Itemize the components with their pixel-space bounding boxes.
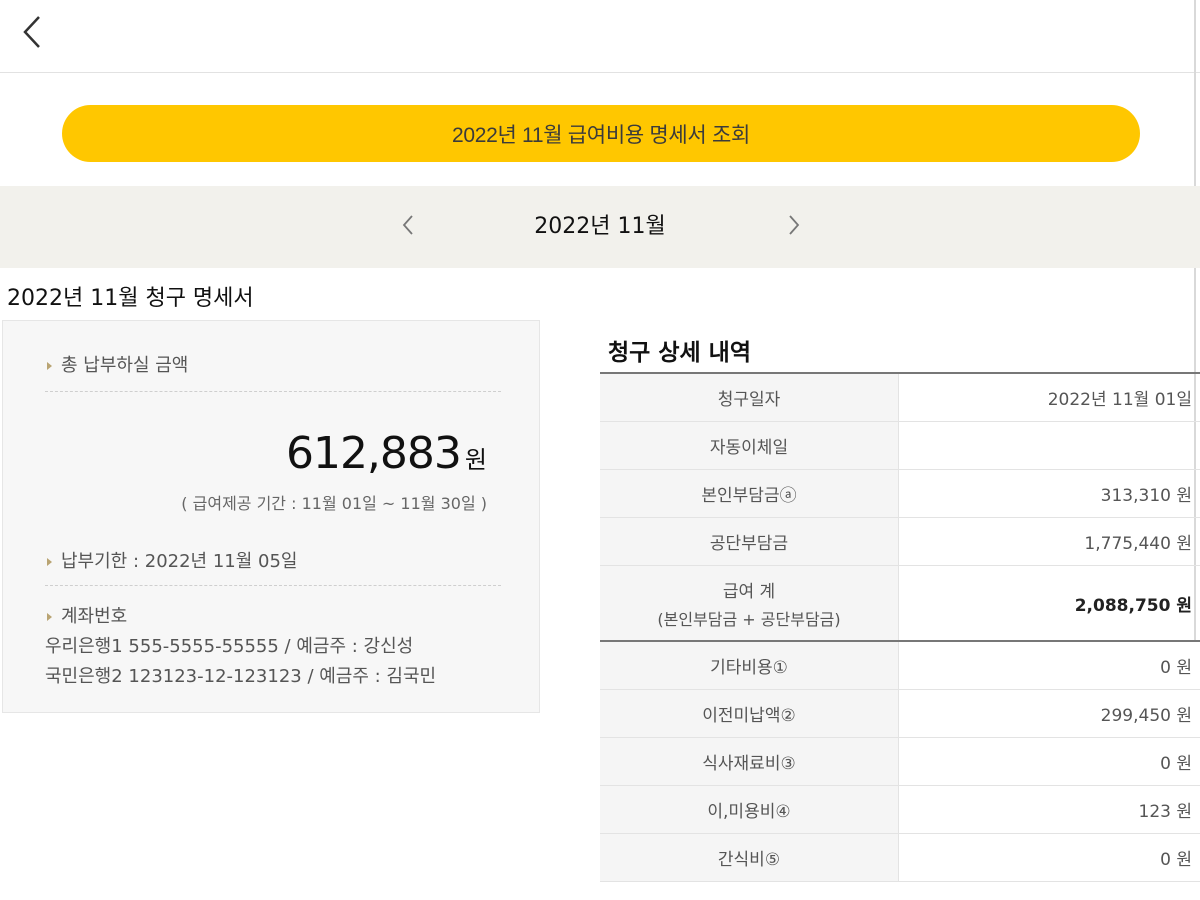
row-label: 급여 계 (본인부담금 + 공단부담금) bbox=[600, 565, 899, 642]
details-title: 청구 상세 내역 bbox=[608, 340, 751, 366]
row-value: 299,450 원 bbox=[898, 689, 1200, 738]
next-month-button[interactable] bbox=[779, 210, 809, 244]
table-row: 공단부담금 1,775,440 원 bbox=[600, 517, 1200, 566]
row-value: 0 원 bbox=[898, 833, 1200, 882]
row-value: 0 원 bbox=[898, 641, 1200, 690]
row-label-main: 급여 계 bbox=[722, 581, 776, 602]
chevron-left-icon bbox=[21, 14, 43, 54]
row-label: 자동이체일 bbox=[600, 421, 899, 470]
table-row: 이전미납액② 299,450 원 bbox=[600, 689, 1200, 738]
current-month-label: 2022년 11월 bbox=[534, 214, 666, 239]
billing-detail-table: 청구일자 2022년 11월 01일 자동이체일 본인부담금ⓐ 313,310 … bbox=[600, 372, 1200, 882]
divider bbox=[45, 391, 501, 392]
chevron-left-icon bbox=[401, 213, 415, 241]
row-value: 0 원 bbox=[898, 737, 1200, 786]
row-value: 2022년 11월 01일 bbox=[898, 373, 1200, 422]
month-navigator: 2022년 11월 bbox=[0, 186, 1200, 268]
row-label: 이,미용비④ bbox=[600, 785, 899, 834]
account-line: 국민은행2 123123-12-123123 / 예금주 : 김국민 bbox=[45, 666, 437, 687]
due-date: 납부기한 : 2022년 11월 05일 bbox=[61, 551, 298, 572]
row-label: 간식비⑤ bbox=[600, 833, 899, 882]
bullet-arrow-icon bbox=[47, 362, 52, 370]
back-button[interactable] bbox=[14, 12, 50, 56]
account-label-row: 계좌번호 bbox=[47, 602, 127, 628]
account-line: 우리은행1 555-5555-55555 / 예금주 : 강신성 bbox=[45, 636, 414, 657]
table-row: 본인부담금ⓐ 313,310 원 bbox=[600, 469, 1200, 518]
row-label: 청구일자 bbox=[600, 373, 899, 422]
bullet-arrow-icon bbox=[47, 558, 52, 566]
row-label: 본인부담금ⓐ bbox=[600, 469, 899, 518]
statement-query-button[interactable]: 2022년 11월 급여비용 명세서 조회 bbox=[62, 105, 1140, 162]
row-label: 식사재료비③ bbox=[600, 737, 899, 786]
row-label: 공단부담금 bbox=[600, 517, 899, 566]
account-label: 계좌번호 bbox=[61, 606, 128, 627]
bullet-arrow-icon bbox=[47, 613, 52, 621]
total-label: 총 납부하실 금액 bbox=[61, 355, 189, 376]
table-row: 이,미용비④ 123 원 bbox=[600, 785, 1200, 834]
row-label: 기타비용① bbox=[600, 641, 899, 690]
table-row-total: 급여 계 (본인부담금 + 공단부담금) 2,088,750 원 bbox=[600, 565, 1200, 642]
row-label: 이전미납액② bbox=[600, 689, 899, 738]
table-row: 청구일자 2022년 11월 01일 bbox=[600, 373, 1200, 422]
row-value: 123 원 bbox=[898, 785, 1200, 834]
top-bar bbox=[0, 0, 1200, 73]
payment-summary-box: 총 납부하실 금액 612,883 원 ( 급여제공 기간 : 11월 01일 ~… bbox=[2, 320, 540, 713]
total-label-row: 총 납부하실 금액 bbox=[47, 351, 188, 377]
currency-unit: 원 bbox=[464, 446, 487, 474]
chevron-right-icon bbox=[787, 213, 801, 241]
due-date-row: 납부기한 : 2022년 11월 05일 bbox=[47, 547, 298, 573]
service-period: ( 급여제공 기간 : 11월 01일 ~ 11월 30일 ) bbox=[181, 494, 487, 513]
prev-month-button[interactable] bbox=[393, 210, 423, 244]
total-amount: 612,883 원 bbox=[286, 428, 487, 479]
table-row: 기타비용① 0 원 bbox=[600, 641, 1200, 690]
row-value: 313,310 원 bbox=[898, 469, 1200, 518]
table-row: 식사재료비③ 0 원 bbox=[600, 737, 1200, 786]
row-value bbox=[898, 421, 1200, 470]
statement-title: 2022년 11월 청구 명세서 bbox=[7, 286, 254, 311]
row-value: 2,088,750 원 bbox=[898, 565, 1200, 642]
table-row: 간식비⑤ 0 원 bbox=[600, 833, 1200, 882]
divider bbox=[45, 585, 501, 586]
total-amount-value: 612,883 bbox=[285, 428, 462, 479]
row-label-sub: (본인부담금 + 공단부담금) bbox=[657, 609, 841, 629]
table-row: 자동이체일 bbox=[600, 421, 1200, 470]
row-value: 1,775,440 원 bbox=[898, 517, 1200, 566]
